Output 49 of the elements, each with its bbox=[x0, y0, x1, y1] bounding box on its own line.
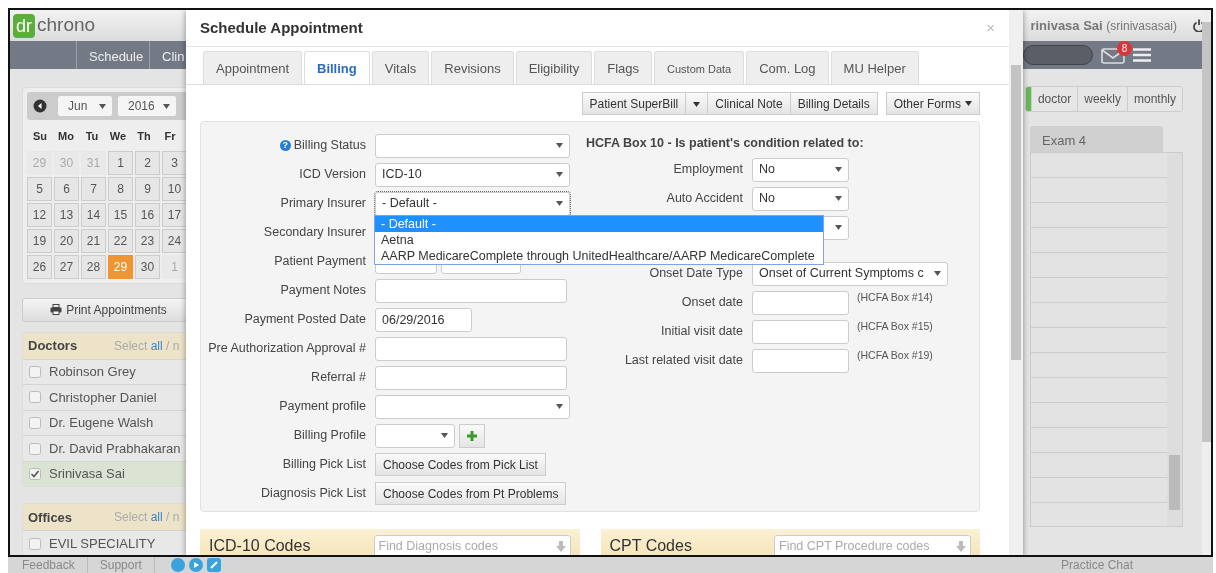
field-hint: (HCFA Box #19) bbox=[857, 348, 933, 363]
field-label: Primary Insurer bbox=[280, 195, 366, 213]
list-item-label: Dr. David Prabhakaran bbox=[49, 439, 181, 458]
field-label: Employment bbox=[672, 161, 743, 179]
field-hint: (HCFA Box #14) bbox=[857, 290, 933, 305]
field-label: Auto Accident bbox=[665, 190, 743, 208]
field-label: Referral # bbox=[311, 369, 366, 387]
placeholder-text: Find Diagnosis codes bbox=[378, 537, 498, 555]
modal-title: Schedule Appointment bbox=[200, 17, 363, 38]
list-item-label: Robinson Grey bbox=[49, 363, 136, 382]
weekday-label: Fr bbox=[163, 129, 177, 144]
weekday-label: Mo bbox=[57, 129, 75, 144]
section-title: CPT Codes bbox=[609, 536, 692, 555]
field-label: Onset date bbox=[680, 294, 743, 312]
field-label: Billing Pick List bbox=[282, 456, 366, 474]
weekday-label: Tu bbox=[84, 129, 100, 144]
field-label: Onset Date Type bbox=[648, 265, 743, 283]
weekday-label: Th bbox=[136, 129, 152, 144]
logo-badge: dr bbox=[13, 13, 35, 38]
panel-title: Offices bbox=[28, 508, 74, 527]
field-label: Payment Posted Date bbox=[244, 311, 366, 329]
field-label: Payment profile bbox=[279, 398, 366, 416]
select-all-text: Select all / n bbox=[114, 337, 180, 355]
field-label: Patient Payment bbox=[274, 253, 366, 271]
field-label: Pre Authorization Approval # bbox=[208, 340, 366, 358]
select-all-text: Select all / n bbox=[114, 509, 180, 527]
list-item-label: Christopher Daniel bbox=[49, 388, 157, 407]
section-heading: HCFA Box 10 - Is patient's condition related to: bbox=[586, 134, 865, 152]
column-header: Exam 4 bbox=[1030, 126, 1163, 152]
logo-text: chrono bbox=[37, 13, 96, 38]
field-label: Secondary Insurer bbox=[263, 224, 366, 242]
user-name: rinivasa Sai (srinivasasai) bbox=[1030, 16, 1177, 35]
field-label: Last related visit date bbox=[623, 352, 743, 370]
field-label: Billing Status bbox=[293, 137, 366, 155]
field-label: Payment Notes bbox=[280, 282, 366, 300]
field-label: Diagnosis Pick List bbox=[261, 485, 366, 503]
section-title: ICD-10 Codes bbox=[209, 536, 311, 555]
list-item-label: Srinivasa Sai bbox=[49, 465, 125, 484]
placeholder-text: Find CPT Procedure codes bbox=[779, 537, 930, 555]
list-item-label: EVIL SPECIALITY bbox=[49, 535, 156, 553]
field-label: ICD Version bbox=[299, 166, 366, 184]
weekday-label: We bbox=[108, 129, 128, 144]
panel-title: Doctors bbox=[28, 336, 79, 355]
field-label: Initial visit date bbox=[660, 323, 743, 341]
field-hint: (HCFA Box #15) bbox=[857, 319, 933, 334]
list-item-label: Dr. Eugene Walsh bbox=[49, 414, 154, 433]
field-label: Billing Profile bbox=[293, 427, 366, 445]
notification-badge: 8 bbox=[1117, 41, 1132, 56]
weekday-label: Su bbox=[31, 129, 49, 144]
